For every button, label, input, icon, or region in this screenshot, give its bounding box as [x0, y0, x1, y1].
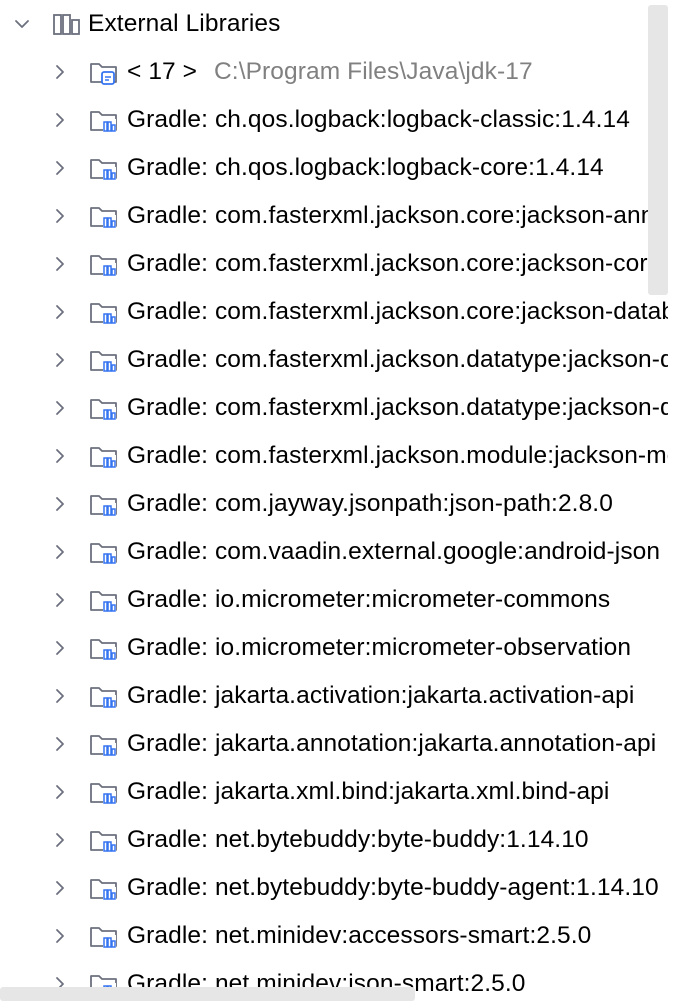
library-tree-item[interactable]: Gradle: net.bytebuddy:byte-buddy-agent:1…	[0, 864, 668, 912]
library-label: Gradle: ch.qos.logback:logback-core:1.4.…	[127, 154, 604, 181]
external-libraries-node[interactable]: External Libraries	[0, 0, 668, 48]
gradle-library-icon	[90, 351, 117, 372]
library-tree-item[interactable]: Gradle: io.micrometer:micrometer-observa…	[0, 624, 668, 672]
library-tree-item[interactable]: Gradle: com.fasterxml.jackson.core:jacks…	[0, 240, 668, 288]
library-label: Gradle: net.bytebuddy:byte-buddy-agent:1…	[127, 874, 659, 901]
library-tree-item[interactable]: Gradle: ch.qos.logback:logback-core:1.4.…	[0, 144, 668, 192]
library-tree-item[interactable]: Gradle: com.fasterxml.jackson.module:jac…	[0, 432, 668, 480]
library-label: Gradle: jakarta.xml.bind:jakarta.xml.bin…	[127, 778, 610, 805]
jdk-folder-icon	[90, 63, 117, 85]
gradle-library-icon	[90, 783, 117, 804]
chevron-right-icon[interactable]	[50, 62, 70, 82]
chevron-right-icon[interactable]	[50, 926, 70, 946]
library-label: Gradle: com.vaadin.external.google:andro…	[127, 538, 661, 565]
chevron-right-icon[interactable]	[50, 686, 70, 706]
external-libraries-label: External Libraries	[88, 10, 281, 37]
library-tree-item[interactable]: Gradle: com.fasterxml.jackson.core:jacks…	[0, 288, 668, 336]
gradle-library-icon	[90, 255, 117, 276]
library-tree-item[interactable]: Gradle: jakarta.activation:jakarta.activ…	[0, 672, 668, 720]
library-tree-item[interactable]: Gradle: net.minidev:accessors-smart:2.5.…	[0, 912, 668, 960]
gradle-library-icon	[90, 159, 117, 180]
chevron-right-icon[interactable]	[50, 158, 70, 178]
chevron-right-icon[interactable]	[50, 494, 70, 514]
library-label: Gradle: io.micrometer:micrometer-observa…	[127, 634, 632, 661]
gradle-library-icon	[90, 495, 117, 516]
horizontal-scrollbar[interactable]	[0, 987, 415, 1001]
chevron-right-icon[interactable]	[50, 590, 70, 610]
chevron-right-icon[interactable]	[50, 638, 70, 658]
chevron-right-icon[interactable]	[50, 398, 70, 418]
chevron-right-icon[interactable]	[50, 350, 70, 370]
library-label: Gradle: com.fasterxml.jackson.datatype:j…	[127, 394, 668, 421]
library-label: Gradle: jakarta.annotation:jakarta.annot…	[127, 730, 657, 757]
library-label: Gradle: io.micrometer:micrometer-commons	[127, 586, 611, 613]
chevron-right-icon[interactable]	[50, 542, 70, 562]
library-icon	[53, 14, 80, 35]
chevron-right-icon[interactable]	[50, 110, 70, 130]
library-tree-item[interactable]: Gradle: com.vaadin.external.google:andro…	[0, 528, 668, 576]
gradle-library-icon	[90, 879, 117, 900]
library-tree-item[interactable]: Gradle: io.micrometer:micrometer-commons	[0, 576, 668, 624]
gradle-library-icon	[90, 735, 117, 756]
gradle-library-icon	[90, 687, 117, 708]
library-tree-item[interactable]: < 17 > C:\Program Files\Java\jdk-17	[0, 48, 668, 96]
library-tree-item[interactable]: Gradle: com.fasterxml.jackson.core:jacks…	[0, 192, 668, 240]
gradle-library-icon	[90, 927, 117, 948]
chevron-right-icon[interactable]	[50, 734, 70, 754]
chevron-right-icon[interactable]	[50, 302, 70, 322]
chevron-right-icon[interactable]	[50, 446, 70, 466]
library-tree-item[interactable]: Gradle: com.jayway.jsonpath:json-path:2.…	[0, 480, 668, 528]
chevron-right-icon[interactable]	[50, 830, 70, 850]
library-label: Gradle: net.bytebuddy:byte-buddy:1.14.10	[127, 826, 589, 853]
gradle-library-icon	[90, 303, 117, 324]
project-tree-panel: External Libraries < 17 > C:\Program File…	[0, 0, 675, 1001]
project-tree: External Libraries < 17 > C:\Program File…	[0, 0, 668, 1001]
library-tree-item[interactable]: Gradle: com.fasterxml.jackson.datatype:j…	[0, 336, 668, 384]
library-label: Gradle: com.fasterxml.jackson.core:jacks…	[127, 202, 668, 229]
library-label: Gradle: net.minidev:accessors-smart:2.5.…	[127, 922, 592, 949]
gradle-library-icon	[90, 591, 117, 612]
library-tree-item[interactable]: Gradle: ch.qos.logback:logback-classic:1…	[0, 96, 668, 144]
gradle-library-icon	[90, 543, 117, 564]
library-label: Gradle: ch.qos.logback:logback-classic:1…	[127, 106, 630, 133]
library-label: Gradle: com.fasterxml.jackson.core:jacks…	[127, 298, 668, 325]
library-label: Gradle: com.fasterxml.jackson.core:jacks…	[127, 250, 662, 277]
gradle-library-icon	[90, 639, 117, 660]
library-label: Gradle: com.fasterxml.jackson.datatype:j…	[127, 346, 668, 373]
jdk-path-label: C:\Program Files\Java\jdk-17	[214, 58, 533, 85]
gradle-library-icon	[90, 831, 117, 852]
chevron-down-icon[interactable]	[12, 14, 32, 34]
library-tree-item[interactable]: Gradle: net.bytebuddy:byte-buddy:1.14.10	[0, 816, 668, 864]
vertical-scrollbar[interactable]	[648, 5, 668, 295]
library-label: < 17 >	[127, 58, 198, 85]
library-label: Gradle: com.jayway.jsonpath:json-path:2.…	[127, 490, 613, 517]
library-tree-item[interactable]: Gradle: jakarta.xml.bind:jakarta.xml.bin…	[0, 768, 668, 816]
gradle-library-icon	[90, 207, 117, 228]
library-label: Gradle: jakarta.activation:jakarta.activ…	[127, 682, 635, 709]
chevron-right-icon[interactable]	[50, 878, 70, 898]
chevron-right-icon[interactable]	[50, 782, 70, 802]
gradle-library-icon	[90, 399, 117, 420]
gradle-library-icon	[90, 111, 117, 132]
chevron-right-icon[interactable]	[50, 254, 70, 274]
library-tree-item[interactable]: Gradle: com.fasterxml.jackson.datatype:j…	[0, 384, 668, 432]
chevron-right-icon[interactable]	[50, 206, 70, 226]
library-label: Gradle: com.fasterxml.jackson.module:jac…	[127, 442, 668, 469]
gradle-library-icon	[90, 447, 117, 468]
library-tree-item[interactable]: Gradle: jakarta.annotation:jakarta.annot…	[0, 720, 668, 768]
